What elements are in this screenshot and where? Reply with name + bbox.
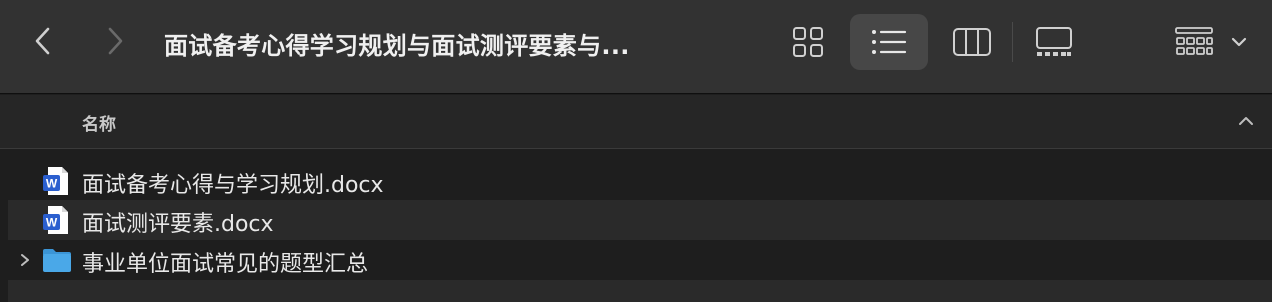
icon-view-icon (793, 27, 823, 57)
group-by-icon (1175, 27, 1213, 55)
empty-row (8, 280, 1272, 302)
toolbar-separator (1012, 22, 1013, 62)
list-view-button[interactable] (850, 14, 928, 70)
file-name: 面试测评要素.docx (82, 212, 274, 237)
chevron-down-icon (1231, 37, 1247, 47)
folder-name: 事业单位面试常见的题型汇总 (82, 252, 369, 277)
svg-text:W: W (46, 216, 58, 230)
gallery-view-icon (1036, 27, 1072, 56)
group-by-button[interactable] (1166, 14, 1252, 70)
column-view-icon (953, 28, 991, 56)
chevron-right-icon (108, 27, 123, 55)
svg-text:W: W (46, 177, 58, 191)
folder-icon (43, 249, 71, 272)
column-header[interactable]: 名称 (0, 95, 1272, 149)
column-view-button[interactable] (942, 14, 1002, 70)
file-name: 面试备考心得与学习规划.docx (82, 173, 384, 198)
forward-button[interactable] (98, 24, 132, 58)
list-item[interactable]: W 面试备考心得与学习规划.docx (8, 161, 1272, 201)
window-title: 面试备考心得学习规划与面试测评要素与... (164, 32, 630, 60)
list-item[interactable]: 事业单位面试常见的题型汇总 (8, 240, 1272, 280)
back-button[interactable] (26, 24, 60, 58)
chevron-up-icon[interactable] (1236, 113, 1256, 129)
word-doc-icon: W (43, 206, 68, 234)
icon-view-button[interactable] (780, 14, 836, 70)
list-item[interactable]: W 面试测评要素.docx (8, 200, 1272, 240)
word-doc-icon: W (43, 167, 68, 195)
name-column-label: 名称 (82, 115, 116, 135)
finder-toolbar: 面试备考心得学习规划与面试测评要素与... (0, 0, 1272, 94)
list-view-icon (872, 30, 907, 54)
chevron-left-icon (35, 27, 50, 55)
disclosure-triangle-icon[interactable] (18, 252, 32, 268)
gallery-view-button[interactable] (1026, 14, 1082, 70)
